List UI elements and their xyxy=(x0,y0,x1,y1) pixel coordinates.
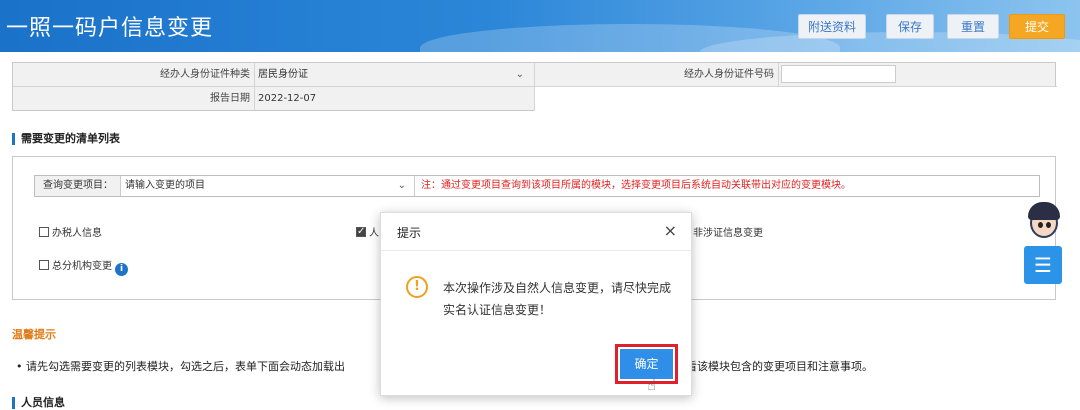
checkbox-box xyxy=(39,227,49,237)
page-header: 一照一码户信息变更 附送资料 保存 重置 提交 xyxy=(0,0,1080,52)
id-type-label: 经办人身份证件种类 xyxy=(13,63,255,87)
persons-section-title: 人员信息 xyxy=(12,397,65,409)
checkbox-label: 总分机构变更 xyxy=(52,261,112,272)
report-date-value: 2022-12-07 xyxy=(255,87,535,111)
confirm-button[interactable]: 确定 xyxy=(620,349,673,379)
dialog-title: 提示 xyxy=(397,226,422,240)
checkbox-label: 办税人信息 xyxy=(52,228,102,239)
checkbox-label: 人 xyxy=(369,228,379,239)
dialog-message: 本次操作涉及自然人信息变更，请尽快完成实名认证信息变更！ xyxy=(443,281,672,317)
checkbox-person-info[interactable]: 人 xyxy=(356,225,379,241)
tips-text-right: 查看该模块包含的变更项目和注意事项。 xyxy=(675,360,873,373)
id-number-input[interactable] xyxy=(781,65,896,83)
page-title: 一照一码户信息变更 xyxy=(6,16,214,41)
submit-button[interactable]: 提交 xyxy=(1009,14,1065,39)
checkbox-non-cert-info[interactable]: 非涉证信息变更 xyxy=(693,227,763,241)
query-note: 注：通过变更项目查询到该项目所属的模块，选择变更项目后系统自动关联带出对应的变更… xyxy=(421,180,851,191)
tips-title: 温馨提示 xyxy=(12,328,56,341)
id-number-cell xyxy=(779,63,1057,87)
empty-cell xyxy=(535,87,1057,111)
avatar-eye xyxy=(1046,222,1051,228)
report-date-label: 报告日期 xyxy=(13,87,255,111)
feedback-icon[interactable]: ☰ xyxy=(1024,246,1062,284)
query-row: 查询变更项目： 请输入变更的项目 ⌄ 注：通过变更项目查询到该项目所属的模块，选… xyxy=(34,175,1040,197)
save-button[interactable]: 保存 xyxy=(886,14,934,39)
reset-button[interactable]: 重置 xyxy=(947,14,999,39)
avatar-hair xyxy=(1028,202,1060,220)
id-type-value: 居民身份证 xyxy=(258,69,308,80)
checkbox-branch-change[interactable]: 总分机构变更 i xyxy=(39,260,128,276)
id-number-label: 经办人身份证件号码 xyxy=(535,63,779,87)
info-icon[interactable]: i xyxy=(115,263,128,276)
avatar-eye xyxy=(1038,222,1043,228)
mouse-pointer-icon: ☝ xyxy=(647,376,657,394)
attach-materials-button[interactable]: 附送资料 xyxy=(798,14,866,39)
warning-icon: ! xyxy=(406,276,428,298)
change-list-title: 需要变更的清单列表 xyxy=(12,133,120,145)
assistant-avatar[interactable] xyxy=(1024,198,1064,244)
query-label: 查询变更项目： xyxy=(35,176,121,196)
chevron-down-icon: ⌄ xyxy=(397,180,406,191)
checkbox-label: 非涉证信息变更 xyxy=(693,228,763,239)
tips-text-left: • 请先勾选需要变更的列表模块，勾选之后，表单下面会动态加载出 xyxy=(16,360,345,373)
checkbox-box-checked xyxy=(356,225,366,239)
prompt-dialog: 提示 × ! 本次操作涉及自然人信息变更，请尽快完成实名认证信息变更！ 确定 xyxy=(380,212,692,396)
id-type-select[interactable]: 居民身份证 ⌄ xyxy=(255,63,535,87)
checkbox-taxpayer-info[interactable]: 办税人信息 xyxy=(39,227,102,241)
close-icon[interactable]: × xyxy=(664,221,677,240)
chevron-down-icon: ⌄ xyxy=(515,69,524,80)
checkbox-box xyxy=(39,260,49,270)
dialog-header: 提示 × xyxy=(381,213,691,251)
agent-info-table: 经办人身份证件种类 居民身份证 ⌄ 经办人身份证件号码 报告日期 2022-12… xyxy=(12,62,1057,111)
query-select[interactable]: 请输入变更的项目 ⌄ xyxy=(121,176,415,196)
query-placeholder: 请输入变更的项目 xyxy=(125,180,205,191)
